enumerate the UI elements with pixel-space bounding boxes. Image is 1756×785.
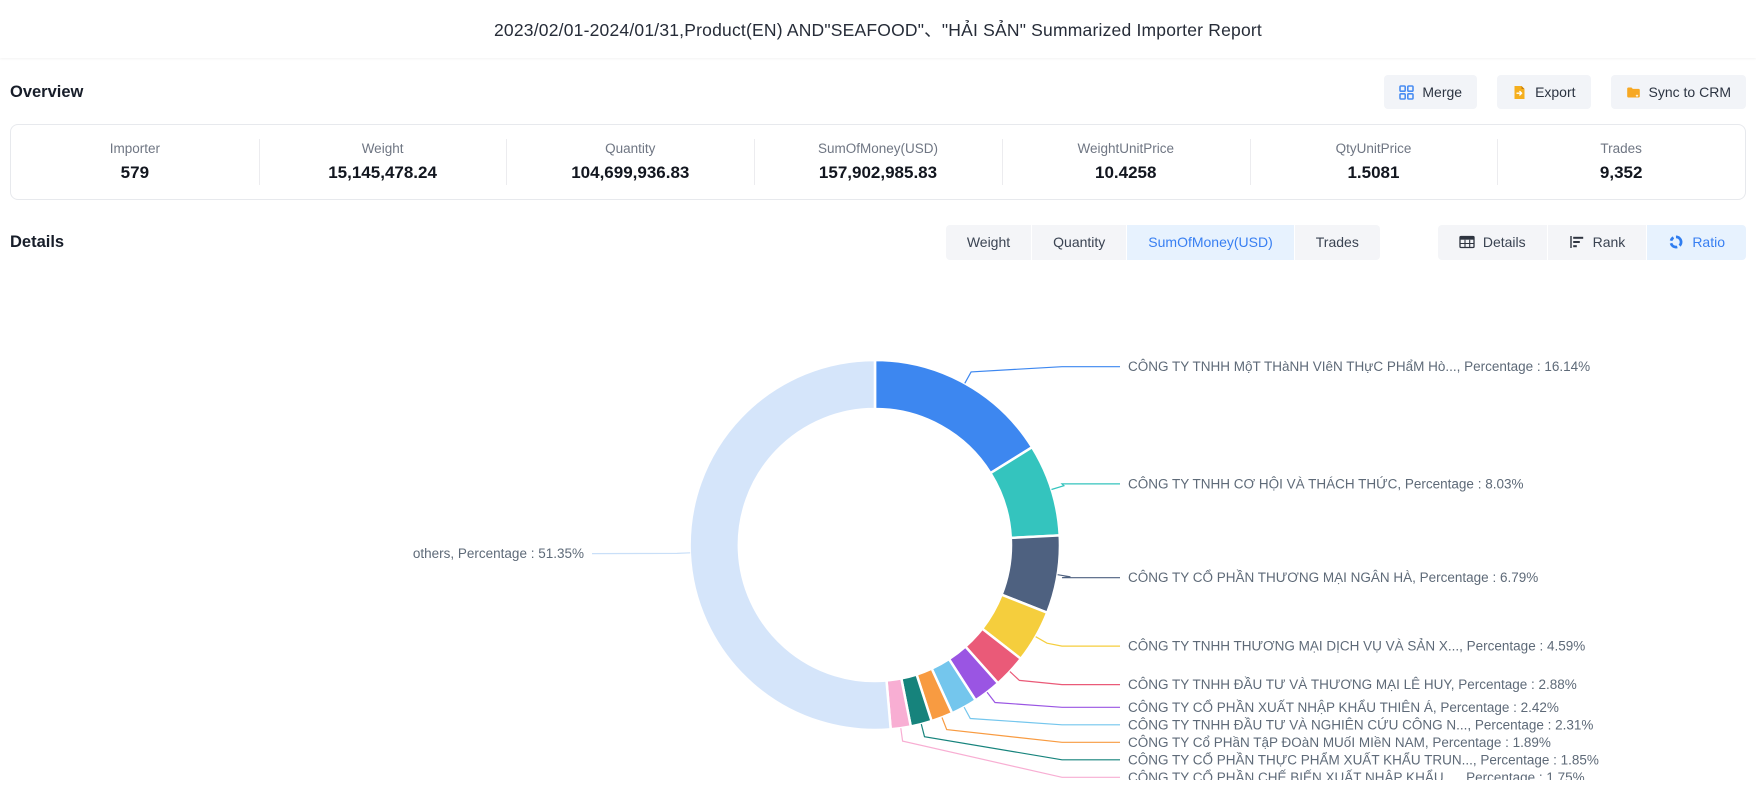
stat-label: WeightUnitPrice	[1002, 141, 1250, 156]
report-page: 2023/02/01-2024/01/31,Product(EN) AND"SE…	[0, 0, 1756, 780]
chart-label: CÔNG TY TNHH ĐẦU TƯ VÀ THƯƠNG MẠI LÊ HUY…	[1128, 677, 1577, 692]
pie-slice[interactable]	[690, 360, 891, 730]
details-heading: Details	[10, 233, 64, 252]
chart-label: CÔNG TY CỔ PHẦN XUẤT NHẬP KHẨU THIÊN Á, …	[1128, 700, 1559, 715]
merge-button-label: Merge	[1422, 84, 1462, 100]
chart-label-line	[965, 367, 1120, 384]
chart-label: CÔNG TY TNHH CƠ HỘI VÀ THÁCH THỨC, Perce…	[1128, 476, 1523, 491]
tab-trades[interactable]: Trades	[1295, 225, 1380, 260]
chart-label: CÔNG TY TNHH MộT THàNH VIêN THựC PHẩM Hò…	[1128, 359, 1590, 374]
stat-label: SumOfMoney(USD)	[754, 141, 1002, 156]
chart-label: CÔNG TY CỔ PHẦN THỰC PHẨM XUẤT KHẨU TRUN…	[1128, 752, 1599, 767]
stat-value: 104,699,936.83	[506, 163, 754, 183]
tab-ratio-view-label: Ratio	[1692, 225, 1725, 260]
overview-heading: Overview	[10, 83, 83, 102]
importer-ratio-donut-chart: CÔNG TY TNHH MộT THàNH VIêN THựC PHẩM Hò…	[0, 280, 1756, 780]
stat-label: Quantity	[506, 141, 754, 156]
tab-quantity-label: Quantity	[1053, 225, 1105, 260]
stat-importer: Importer 579	[11, 141, 259, 183]
view-tab-group: Details Rank	[1438, 225, 1746, 260]
tab-ratio-view[interactable]: Ratio	[1647, 225, 1746, 260]
details-row: Details Weight Quantity SumOfMoney(USD) …	[0, 224, 1756, 260]
report-title: 2023/02/01-2024/01/31,Product(EN) AND"SE…	[494, 17, 1262, 42]
stat-value: 157,902,985.83	[754, 163, 1002, 183]
chart-label: CÔNG TY CỔ PHẦN CHẾ BIẾN XUẤT NHẬP KHẨU …	[1128, 770, 1585, 780]
stat-weight: Weight 15,145,478.24	[259, 141, 507, 183]
chart-label-line	[1010, 672, 1120, 685]
stat-label: Weight	[259, 141, 507, 156]
export-button[interactable]: Export	[1497, 75, 1590, 109]
stat-value: 1.5081	[1250, 163, 1498, 183]
overview-row: Overview Merge	[0, 74, 1756, 110]
chart-label: CÔNG TY CỔ PHẦN THƯƠNG MẠI NGÂN HÀ, Perc…	[1128, 570, 1538, 585]
chart-label: others, Percentage : 51.35%	[413, 546, 584, 561]
sync-to-crm-button[interactable]: Sync to CRM	[1611, 75, 1746, 109]
toolbar: Merge Export	[1384, 75, 1746, 109]
stat-value: 579	[11, 163, 259, 183]
tab-quantity[interactable]: Quantity	[1032, 225, 1126, 260]
rank-icon	[1569, 235, 1585, 249]
tab-sum-of-money[interactable]: SumOfMoney(USD)	[1127, 225, 1293, 260]
details-tabs: Weight Quantity SumOfMoney(USD) Trades	[946, 225, 1746, 260]
stat-qty-unit-price: QtyUnitPrice 1.5081	[1250, 141, 1498, 183]
tab-weight-label: Weight	[967, 225, 1010, 260]
chart-label: CÔNG TY Cổ PHầN TậP ĐOàN MUốI MIềN NAM, …	[1128, 735, 1551, 750]
stat-trades: Trades 9,352	[1497, 141, 1745, 183]
tab-sum-of-money-label: SumOfMoney(USD)	[1148, 225, 1272, 260]
tab-details-view-label: Details	[1483, 225, 1526, 260]
stat-label: QtyUnitPrice	[1250, 141, 1498, 156]
tab-details-view[interactable]: Details	[1438, 225, 1547, 260]
pie-slice[interactable]	[875, 360, 1032, 473]
chart-label: CÔNG TY TNHH THƯƠNG MẠI DỊCH VỤ VÀ SẢN X…	[1128, 639, 1585, 654]
metric-tab-group: Weight Quantity SumOfMoney(USD) Trades	[946, 225, 1380, 260]
export-icon	[1512, 85, 1527, 100]
chart-label-line	[1058, 575, 1120, 578]
merge-button[interactable]: Merge	[1384, 75, 1477, 109]
merge-icon	[1399, 85, 1414, 100]
stat-value: 15,145,478.24	[259, 163, 507, 183]
stat-value: 9,352	[1497, 163, 1745, 183]
report-title-bar: 2023/02/01-2024/01/31,Product(EN) AND"SE…	[0, 0, 1756, 58]
chart-label-line	[901, 728, 1120, 777]
table-icon	[1459, 235, 1475, 249]
stat-weight-unit-price: WeightUnitPrice 10.4258	[1002, 141, 1250, 183]
stat-label: Trades	[1497, 141, 1745, 156]
tab-rank-view-label: Rank	[1593, 225, 1626, 260]
donut-svg: CÔNG TY TNHH MộT THàNH VIêN THựC PHẩM Hò…	[0, 280, 1756, 780]
overview-stats-card: Importer 579 Weight 15,145,478.24 Quanti…	[10, 124, 1746, 200]
chart-label: CÔNG TY TNHH ĐẦU TƯ VÀ NGHIÊN CỨU CÔNG N…	[1128, 717, 1593, 732]
tab-trades-label: Trades	[1316, 225, 1359, 260]
stat-sum-of-money: SumOfMoney(USD) 157,902,985.83	[754, 141, 1002, 183]
stat-value: 10.4258	[1002, 163, 1250, 183]
chart-label-line	[987, 692, 1120, 707]
sync-to-crm-button-label: Sync to CRM	[1649, 84, 1731, 100]
stat-label: Importer	[11, 141, 259, 156]
chart-label-line	[1036, 637, 1120, 646]
stat-quantity: Quantity 104,699,936.83	[506, 141, 754, 183]
export-button-label: Export	[1535, 84, 1575, 100]
tab-weight[interactable]: Weight	[946, 225, 1031, 260]
tab-rank-view[interactable]: Rank	[1548, 225, 1647, 260]
chart-label-line	[592, 553, 690, 554]
crm-folder-icon	[1626, 85, 1641, 100]
chart-label-line	[964, 707, 1120, 725]
chart-label-line	[942, 718, 1120, 743]
chart-label-line	[1052, 484, 1121, 490]
ratio-pie-icon	[1668, 235, 1684, 249]
